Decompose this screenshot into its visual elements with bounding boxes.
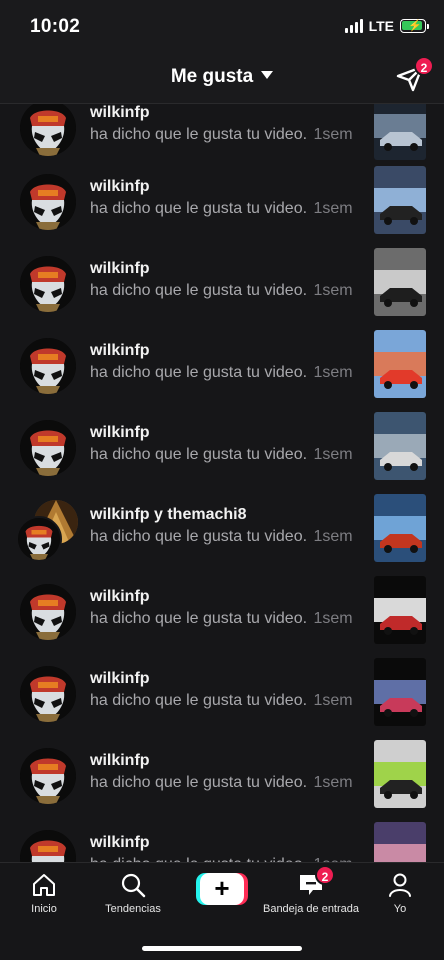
username[interactable]: wilkinfp [90, 104, 150, 122]
video-thumbnail[interactable] [374, 576, 426, 644]
search-icon [121, 873, 146, 898]
notification-message: ha dicho que le gusta tu video. 1sem [90, 528, 353, 546]
message-text: ha dicho que le gusta tu video. [90, 692, 308, 709]
home-icon [33, 874, 55, 896]
username[interactable]: wilkinfp [90, 178, 150, 196]
home-indicator[interactable] [142, 946, 302, 951]
notification-row[interactable]: wilkinfp ha dicho que le gusta tu video. … [0, 740, 444, 822]
avatar[interactable] [20, 666, 76, 722]
avatar [16, 516, 62, 562]
header: Me gusta 2 [0, 54, 444, 104]
notification-message: ha dicho que le gusta tu video. 1sem [90, 446, 353, 464]
notification-row[interactable]: wilkinfp ha dicho que le gusta tu video. … [0, 658, 444, 740]
avatar[interactable] [20, 174, 76, 230]
timestamp: 1sem [313, 528, 353, 545]
battery-icon: ⚡ [400, 19, 429, 33]
notification-row[interactable]: wilkinfp ha dicho que le gusta tu video. … [0, 330, 444, 412]
avatar[interactable] [20, 420, 76, 476]
video-thumbnail[interactable] [374, 104, 426, 160]
activity-filter-dropdown[interactable]: Me gusta [0, 66, 444, 88]
notification-message: ha dicho que le gusta tu video. 1sem [90, 774, 353, 792]
timestamp: 1sem [313, 364, 353, 381]
status-time: 10:02 [30, 16, 81, 37]
plus-icon: + [200, 873, 244, 905]
message-text: ha dicho que le gusta tu video. [90, 364, 308, 381]
video-thumbnail[interactable] [374, 658, 426, 726]
username[interactable]: wilkinfp [90, 424, 150, 442]
tab-inbox[interactable]: 2 Bandeja de entrada [256, 865, 366, 915]
username[interactable]: wilkinfp [90, 670, 150, 688]
notification-row[interactable]: wilkinfpha dicho que le gusta tu video. … [0, 822, 444, 862]
notification-row[interactable]: wilkinfp ha dicho que le gusta tu video. … [0, 166, 444, 248]
inbox-badge: 2 [315, 865, 335, 885]
tab-trending[interactable]: Tendencias [98, 871, 168, 915]
create-video-button[interactable]: + [196, 873, 248, 905]
bottom-tab-bar: Inicio Tendencias + 2 Bandeja de entrada… [0, 862, 444, 960]
video-thumbnail[interactable] [374, 494, 426, 562]
notification-message: ha dicho que le gusta tu video. 1sem [90, 692, 353, 710]
video-thumbnail[interactable] [374, 740, 426, 808]
video-thumbnail[interactable] [374, 166, 426, 234]
page-title: Me gusta [170, 66, 254, 87]
timestamp: 1sem [313, 446, 353, 463]
notification-message: ha dicho que le gusta tu video. 1sem [90, 200, 353, 218]
tab-profile-label: Yo [393, 903, 407, 915]
direct-message-button[interactable]: 2 [394, 56, 434, 94]
timestamp: 1sem [313, 610, 353, 627]
message-text: ha dicho que le gusta tu video. [90, 200, 308, 217]
notification-message: ha dicho que le gusta tu video. 1sem [90, 364, 353, 382]
chevron-down-icon [261, 70, 274, 79]
timestamp: 1sem [313, 692, 353, 709]
network-type: LTE [368, 18, 394, 34]
video-thumbnail[interactable] [374, 412, 426, 480]
username[interactable]: wilkinfp [90, 834, 150, 852]
username[interactable]: wilkinfp [90, 260, 150, 278]
video-thumbnail[interactable] [374, 330, 426, 398]
message-text: ha dicho que le gusta tu video. [90, 610, 308, 627]
message-text: ha dicho que le gusta tu video. [90, 774, 308, 791]
message-badge: 2 [414, 56, 434, 76]
avatar[interactable] [20, 338, 76, 394]
avatar[interactable] [20, 584, 76, 640]
avatar[interactable] [20, 830, 76, 862]
notification-message: ha dicho que le gusta tu video. 1sem [90, 610, 353, 628]
notification-message: ha dicho que le gusta tu video. 1sem [90, 126, 353, 144]
message-text: ha dicho que le gusta tu video. [90, 126, 308, 143]
notification-row[interactable]: wilkinfp ha dicho que le gusta tu video. … [0, 104, 444, 174]
avatar[interactable] [20, 748, 76, 804]
username[interactable]: wilkinfp [90, 342, 150, 360]
message-text: ha dicho que le gusta tu video. [90, 446, 308, 463]
signal-icon [344, 19, 363, 33]
notification-row[interactable]: wilkinfp y themachi8 ha dicho que le gust… [0, 494, 444, 576]
profile-icon [389, 873, 411, 897]
timestamp: 1sem [313, 200, 353, 217]
notification-message: ha dicho que le gusta tu video. 1sem [90, 282, 353, 300]
username[interactable]: wilkinfp [90, 588, 150, 606]
username[interactable]: wilkinfp [90, 752, 150, 770]
notification-row[interactable]: wilkinfp ha dicho que le gusta tu video. … [0, 412, 444, 494]
status-icons: LTE ⚡ [344, 18, 429, 34]
video-thumbnail[interactable] [374, 822, 426, 862]
tab-inbox-label: Bandeja de entrada [262, 903, 360, 915]
timestamp: 1sem [313, 126, 353, 143]
timestamp: 1sem [313, 282, 353, 299]
tab-profile[interactable]: Yo [382, 871, 418, 915]
group-avatar[interactable] [16, 500, 78, 562]
tab-home-label: Inicio [31, 903, 57, 915]
message-text: ha dicho que le gusta tu video. [90, 282, 308, 299]
username[interactable]: wilkinfp y themachi8 [90, 506, 246, 524]
avatar[interactable] [20, 256, 76, 312]
notification-row[interactable]: wilkinfp ha dicho que le gusta tu video. … [0, 248, 444, 330]
message-text: ha dicho que le gusta tu video. [90, 528, 308, 545]
notification-row[interactable]: wilkinfp ha dicho que le gusta tu video. … [0, 576, 444, 658]
tab-trending-label: Tendencias [105, 903, 161, 915]
status-bar: 10:02 LTE ⚡ [0, 0, 444, 54]
timestamp: 1sem [313, 774, 353, 791]
tab-home[interactable]: Inicio [18, 871, 70, 915]
avatar[interactable] [20, 104, 76, 156]
notification-list[interactable]: wilkinfp ha dicho que le gusta tu video. … [0, 104, 444, 862]
video-thumbnail[interactable] [374, 248, 426, 316]
